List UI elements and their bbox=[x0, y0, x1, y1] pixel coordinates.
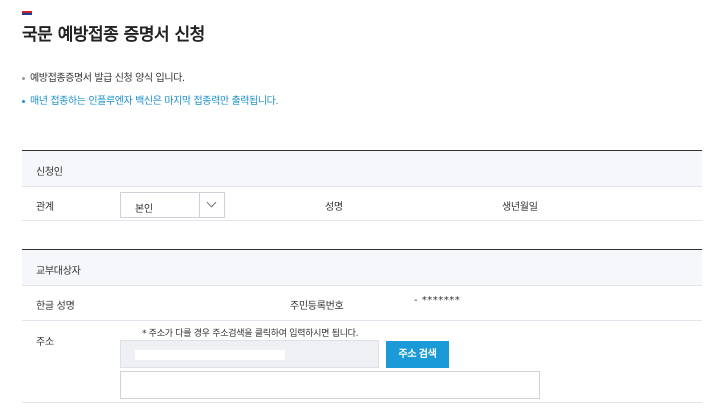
rrn-value: - ******* bbox=[414, 295, 461, 306]
relation-label: 관계 bbox=[36, 202, 54, 213]
relation-select-value: 본인 bbox=[135, 204, 153, 215]
address-input-primary[interactable] bbox=[120, 340, 379, 368]
chevron-down-icon bbox=[206, 197, 217, 208]
applicant-birth-value bbox=[558, 192, 688, 216]
page-title: 국문 예방접종 증명서 신청 bbox=[22, 25, 205, 45]
address-note: * 주소가 다를 경우 주소검색을 클릭하여 입력하시면 됩니다. bbox=[142, 329, 359, 339]
address-label: 주소 bbox=[36, 337, 54, 348]
applicant-row: 관계 본인 성명 생년월일 bbox=[22, 187, 702, 221]
applicant-section-label: 신청인 bbox=[36, 167, 63, 178]
select-divider bbox=[199, 193, 200, 217]
notice-item: 예방접종증명서 발급 신청 양식 입니다. bbox=[22, 69, 185, 84]
recipient-section-label: 교부대상자 bbox=[36, 266, 81, 277]
address-search-button[interactable]: 주소 검색 bbox=[386, 341, 449, 368]
notice-text: 매년 접종하는 인플루엔자 백신은 마지막 접종력만 출력됩니다. bbox=[30, 96, 279, 107]
name-label: 성명 bbox=[325, 202, 343, 213]
address-input-detail[interactable] bbox=[120, 371, 540, 399]
masked-address-value bbox=[135, 350, 285, 360]
applicant-section: 신청인 관계 본인 성명 생년월일 bbox=[22, 150, 702, 221]
applicant-section-header: 신청인 bbox=[22, 151, 702, 187]
bullet-icon bbox=[22, 99, 25, 103]
applicant-name-value bbox=[392, 192, 482, 216]
korean-name-value bbox=[120, 291, 270, 315]
rrn-label: 주민등록번호 bbox=[290, 301, 344, 312]
korean-name-label: 한글 성명 bbox=[36, 301, 75, 312]
bullet-icon bbox=[22, 76, 25, 80]
flag-icon bbox=[22, 11, 32, 15]
recipient-section: 교부대상자 한글 성명 주민등록번호 - ******* 주소 * 주소가 다를… bbox=[22, 249, 702, 403]
birth-label: 생년월일 bbox=[502, 202, 538, 213]
notice-text: 예방접종증명서 발급 신청 양식 입니다. bbox=[30, 73, 185, 84]
relation-select[interactable]: 본인 bbox=[120, 192, 225, 218]
recipient-section-header: 교부대상자 bbox=[22, 250, 702, 286]
recipient-name-row: 한글 성명 주민등록번호 - ******* bbox=[22, 286, 702, 321]
address-row: 주소 * 주소가 다를 경우 주소검색을 클릭하여 입력하시면 됩니다. 주소 … bbox=[22, 321, 702, 403]
notice-item-highlight: 매년 접종하는 인플루엔자 백신은 마지막 접종력만 출력됩니다. bbox=[22, 92, 279, 107]
